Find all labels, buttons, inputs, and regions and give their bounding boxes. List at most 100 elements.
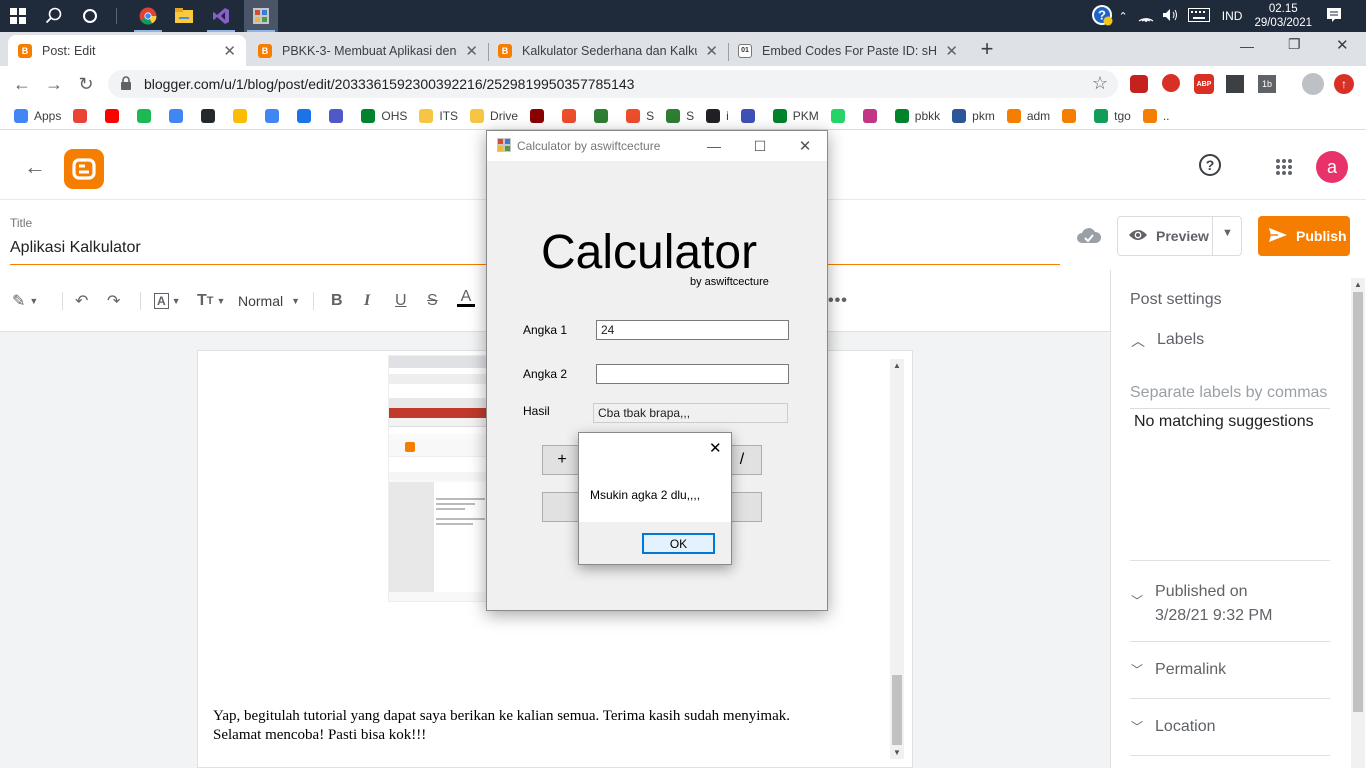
bookmark-item[interactable]: i [706, 108, 729, 123]
bookmark-item[interactable]: ITS [419, 108, 458, 123]
bookmark-item[interactable]: PKM [772, 108, 819, 123]
profile-avatar-icon[interactable] [1302, 73, 1324, 95]
bookmark-item[interactable] [1062, 108, 1082, 123]
tab-pbkk[interactable]: B PBKK-3- Membuat Aplikasi deng ✕ [248, 35, 488, 66]
extension-icon[interactable] [1162, 74, 1180, 92]
italic-icon[interactable]: I [364, 290, 370, 312]
tab-pastebin[interactable]: 01 Embed Codes For Paste ID: sH48 ✕ [728, 35, 968, 66]
close-icon[interactable]: ✕ [705, 42, 718, 60]
text-color-icon[interactable]: A [457, 289, 475, 312]
bookmark-item[interactable]: .. [1142, 108, 1170, 123]
help-icon[interactable]: ? [1199, 154, 1221, 176]
chevron-up-icon[interactable]: ⌃ [1119, 10, 1128, 23]
scrollbar-thumb[interactable] [1353, 292, 1363, 712]
bookmark-item[interactable]: Drive [470, 108, 518, 123]
angka2-input[interactable] [596, 364, 789, 384]
back-arrow-icon[interactable]: ← [24, 154, 46, 180]
bookmark-item[interactable]: Apps [14, 108, 61, 123]
maximize-icon[interactable]: ☐ [737, 131, 783, 161]
location-section[interactable]: ﹀ Location [1131, 718, 1216, 736]
bookmark-item[interactable] [73, 108, 93, 123]
tab-kalkulator[interactable]: B Kalkulator Sederhana dan Kalkul ✕ [488, 35, 728, 66]
bookmark-item[interactable]: tgo [1094, 108, 1131, 123]
new-tab-plus-icon[interactable]: + [977, 36, 997, 62]
bookmark-item[interactable] [594, 108, 614, 123]
undo-icon[interactable]: ↶ [75, 290, 88, 312]
address-bar[interactable]: blogger.com/u/1/blog/post/edit/203336159… [108, 70, 1118, 98]
bold-icon[interactable]: B [331, 290, 343, 312]
bookmark-item[interactable]: adm [1006, 108, 1050, 123]
sidebar-scrollbar[interactable]: ▲ [1351, 278, 1365, 768]
bookmark-item[interactable]: OHS [361, 108, 407, 123]
extension-icon[interactable] [1226, 75, 1244, 93]
notification-icon[interactable] [1326, 7, 1342, 26]
bookmark-item[interactable] [233, 108, 253, 123]
more-options-icon[interactable]: ••• [828, 290, 848, 312]
language-indicator[interactable]: IND [1222, 9, 1243, 23]
font-family-icon[interactable]: A ▼ [154, 290, 181, 312]
scroll-down-icon[interactable]: ▼ [893, 748, 901, 757]
editor-scrollbar[interactable]: ▲ ▼ [890, 359, 904, 759]
underline-icon[interactable]: U [395, 290, 407, 312]
bookmark-item[interactable] [830, 108, 851, 123]
bookmark-item[interactable] [297, 108, 317, 123]
close-window-icon[interactable]: ✕ [1336, 36, 1349, 54]
chrome-icon[interactable] [136, 4, 160, 28]
extension-icon[interactable]: 1b [1258, 75, 1276, 93]
scroll-up-icon[interactable]: ▲ [893, 361, 901, 370]
back-arrow-icon[interactable]: ← [10, 72, 34, 96]
bookmark-item[interactable] [105, 108, 125, 123]
update-arrow-icon[interactable]: ↑ [1334, 74, 1354, 94]
close-icon[interactable]: ✕ [465, 42, 478, 60]
bookmark-item[interactable] [265, 108, 285, 123]
lock-icon[interactable] [120, 76, 132, 93]
paragraph-style-select[interactable]: Normal ▼ [238, 290, 300, 312]
add-button[interactable]: + [542, 445, 582, 475]
avatar[interactable]: a [1316, 151, 1348, 183]
volume-icon[interactable] [1162, 8, 1180, 25]
minimize-icon[interactable]: — [1240, 38, 1254, 54]
bookmark-item[interactable]: pkm [952, 108, 995, 123]
bookmark-item[interactable] [329, 108, 349, 123]
bookmark-item[interactable] [530, 108, 550, 123]
strikethrough-icon[interactable]: S [427, 290, 438, 312]
close-icon[interactable]: ✕ [945, 42, 958, 60]
body-paragraph-line-2[interactable]: Selamat mencoba! Pasti bisa kok!!! [213, 727, 426, 744]
windows-start-icon[interactable] [6, 4, 30, 28]
bookmark-item[interactable]: S [626, 108, 654, 123]
visual-studio-icon[interactable] [209, 4, 233, 28]
blogger-logo-icon[interactable] [64, 149, 104, 189]
angka1-input[interactable]: 24 [596, 320, 789, 340]
ok-button[interactable]: OK [642, 533, 715, 554]
bookmark-item[interactable] [862, 108, 883, 123]
help-tray-icon[interactable]: ? [1091, 4, 1113, 29]
embedded-screenshot-image[interactable] [388, 355, 488, 602]
search-icon[interactable] [42, 4, 66, 28]
chevron-down-icon[interactable]: ▼ [1222, 227, 1233, 239]
bookmark-item[interactable] [201, 108, 221, 123]
publish-button[interactable]: Publish [1258, 216, 1350, 256]
close-icon[interactable]: ✕ [782, 131, 828, 161]
body-paragraph-line-1[interactable]: Yap, begitulah tutorial yang dapat saya … [213, 708, 790, 725]
bookmark-item[interactable]: S [666, 108, 694, 123]
close-icon[interactable]: ✕ [223, 42, 236, 60]
scrollbar-thumb[interactable] [892, 675, 902, 745]
bookmark-item[interactable] [562, 108, 582, 123]
published-section[interactable]: ﹀ Published on 3/28/21 9:32 PM [1131, 580, 1272, 628]
file-explorer-icon[interactable] [172, 4, 196, 28]
scroll-up-icon[interactable]: ▲ [1354, 280, 1362, 289]
clock[interactable]: 02.15 29/03/2021 [1254, 2, 1312, 30]
extension-icon[interactable] [1130, 75, 1148, 93]
apps-grid-icon[interactable] [1275, 158, 1293, 179]
calculator-task-active[interactable] [244, 0, 278, 32]
bookmark-star-icon[interactable]: ☆ [1092, 73, 1108, 94]
close-icon[interactable]: ✕ [709, 439, 722, 457]
pencil-mode-icon[interactable]: ✎ ▼ [12, 290, 38, 312]
tab-post-edit[interactable]: B Post: Edit ✕ [8, 35, 246, 66]
forward-arrow-icon[interactable]: → [42, 72, 66, 96]
reload-icon[interactable]: ↻ [74, 72, 98, 96]
labels-section[interactable]: ︿ Labels [1131, 331, 1204, 351]
keyboard-icon[interactable] [1187, 7, 1210, 25]
bookmark-item[interactable]: pbkk [894, 108, 940, 123]
bookmark-item[interactable] [137, 108, 157, 123]
